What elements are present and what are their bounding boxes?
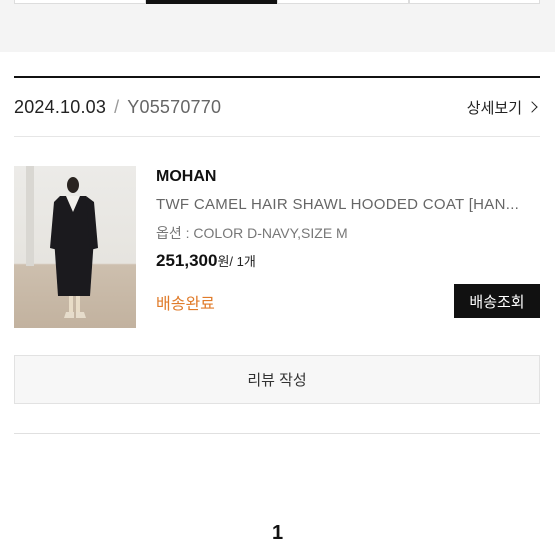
order-header: 2024.10.03 / Y05570770 상세보기 xyxy=(14,78,540,137)
order-number: Y05570770 xyxy=(127,96,222,117)
write-review-button[interactable]: 리뷰 작성 xyxy=(14,355,540,404)
order-card: 2024.10.03 / Y05570770 상세보기 xyxy=(14,76,540,137)
tab-4[interactable] xyxy=(408,0,540,4)
tab-3[interactable] xyxy=(277,0,409,4)
chevron-right-icon xyxy=(526,101,538,113)
product-item: MOHAN TWF CAMEL HAIR SHAWL HOODED COAT [… xyxy=(14,166,540,328)
coat-model-image xyxy=(26,166,98,318)
pagination-current-page[interactable]: 1 xyxy=(0,522,555,545)
product-price-suffix: 원/ 1개 xyxy=(217,254,256,269)
order-meta: 2024.10.03 / Y05570770 xyxy=(14,97,221,118)
order-detail-label: 상세보기 xyxy=(466,99,522,117)
order-separator: / xyxy=(114,96,120,117)
product-price: 251,300 xyxy=(156,251,218,270)
order-detail-link[interactable]: 상세보기 xyxy=(467,97,540,118)
product-price-row: 251,300원/ 1개 xyxy=(156,251,540,271)
filter-tabs xyxy=(14,0,540,6)
delivery-status: 배송완료 xyxy=(156,296,215,313)
product-thumbnail[interactable] xyxy=(14,166,136,328)
product-name[interactable]: TWF CAMEL HAIR SHAWL HOODED COAT [HAN... xyxy=(156,196,540,213)
tab-1[interactable] xyxy=(14,0,146,4)
tab-2-active[interactable] xyxy=(145,0,277,4)
section-divider xyxy=(14,433,540,434)
top-band xyxy=(0,0,555,52)
order-date: 2024.10.03 xyxy=(14,96,107,117)
product-brand: MOHAN xyxy=(156,168,217,185)
product-option: 옵션 : COLOR D-NAVY,SIZE M xyxy=(156,225,348,241)
product-info: MOHAN TWF CAMEL HAIR SHAWL HOODED COAT [… xyxy=(156,166,540,271)
track-delivery-button[interactable]: 배송조회 xyxy=(454,284,540,318)
